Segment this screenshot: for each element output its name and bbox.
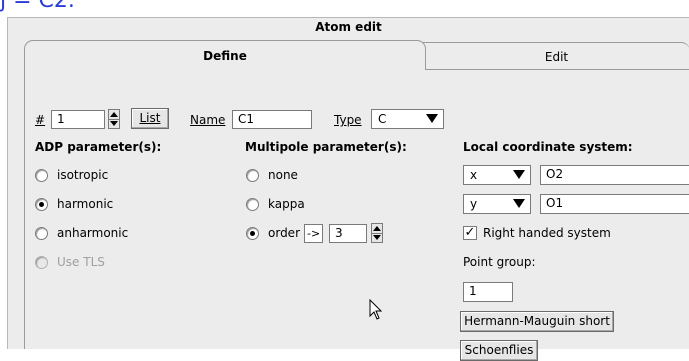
spin-up-icon[interactable] (373, 226, 381, 231)
adp-isotropic-label[interactable]: isotropic (57, 168, 108, 182)
atom-number-label: # (35, 113, 46, 127)
right-handed-checkbox[interactable]: ✓ (463, 226, 477, 240)
type-select-value: C (378, 112, 387, 126)
axis2-select[interactable]: y (463, 194, 531, 214)
multipole-order-radio[interactable] (246, 227, 259, 240)
multipole-kappa-label[interactable]: kappa (268, 197, 305, 211)
name-label: Name (190, 113, 225, 127)
schoenflies-button[interactable]: Schoenflies (460, 340, 538, 361)
chevron-down-icon[interactable] (513, 170, 525, 179)
spin-down-icon[interactable] (110, 121, 118, 126)
point-group-field[interactable]: 1 (463, 282, 513, 302)
tab-edit[interactable]: Edit (422, 42, 689, 70)
adp-isotropic-radio[interactable] (35, 169, 48, 182)
multipole-header: Multipole parameter(s): (245, 140, 407, 154)
spin-up-icon[interactable] (110, 112, 118, 117)
spin-down-icon[interactable] (373, 235, 381, 240)
point-group-label: Point group: (463, 255, 536, 269)
type-label-text: Type (334, 113, 362, 127)
order-spinner[interactable] (371, 223, 383, 243)
atom-edit-window: Atom edit Edit Define # 1 List Name C1 T… (7, 17, 689, 361)
spin-divider (372, 233, 382, 234)
use-tls-radio (35, 256, 48, 269)
axis1-atom-field[interactable]: O2 (540, 165, 689, 185)
multipole-none-radio[interactable] (246, 169, 259, 182)
adp-anharmonic-radio[interactable] (35, 227, 48, 240)
axis2-select-value: y (470, 197, 478, 211)
mouse-pointer-icon (369, 299, 383, 320)
axis1-select[interactable]: x (463, 165, 531, 185)
name-label-text: Name (190, 113, 226, 127)
list-button[interactable]: List (131, 108, 169, 129)
atom-number-spinner[interactable] (108, 109, 120, 129)
multipole-kappa-radio[interactable] (246, 198, 259, 211)
type-label: Type (334, 113, 362, 127)
spin-divider (109, 119, 119, 120)
adp-harmonic-label[interactable]: harmonic (57, 197, 113, 211)
axis1-select-value: x (470, 168, 478, 182)
adp-harmonic-radio[interactable] (35, 198, 48, 211)
chevron-down-icon[interactable] (426, 114, 438, 123)
multipole-order-label[interactable]: order (268, 226, 300, 240)
order-value-field[interactable]: 3 (329, 224, 367, 243)
background-text-fragment: j = C2. (0, 0, 75, 13)
right-handed-label[interactable]: Right handed system (483, 226, 611, 240)
local-coordinate-header: Local coordinate system: (463, 140, 633, 154)
hermann-mauguin-button[interactable]: Hermann-Mauguin short (460, 311, 614, 332)
adp-anharmonic-label[interactable]: anharmonic (57, 226, 128, 240)
chevron-down-icon[interactable] (513, 199, 525, 208)
name-field[interactable]: C1 (232, 110, 312, 129)
multipole-none-label[interactable]: none (268, 168, 298, 182)
order-arrow-button[interactable]: -> (304, 224, 324, 243)
window-title: Atom edit (315, 20, 382, 34)
axis2-atom-field[interactable]: O1 (540, 194, 689, 214)
atom-number-field[interactable]: 1 (51, 110, 105, 129)
tab-define[interactable]: Define (24, 40, 426, 70)
adp-header: ADP parameter(s): (35, 140, 162, 154)
define-panel: # 1 List Name C1 Type C ADP parameter(s)… (24, 69, 689, 361)
type-select[interactable]: C (371, 109, 444, 129)
use-tls-label: Use TLS (57, 255, 105, 269)
list-button-label: List (139, 111, 161, 125)
